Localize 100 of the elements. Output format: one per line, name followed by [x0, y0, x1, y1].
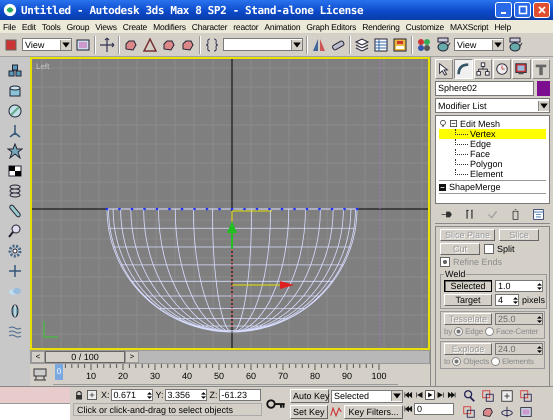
menu-item[interactable]: Animation: [264, 22, 300, 32]
spinner-arrows-icon[interactable]: [537, 282, 542, 290]
coil-icon[interactable]: [7, 183, 23, 199]
previous-frame-button[interactable]: <: [31, 351, 45, 363]
script-output-field[interactable]: [0, 404, 70, 420]
set-key-button[interactable]: Set Key: [290, 405, 328, 419]
close-icon[interactable]: [536, 5, 546, 15]
modifier-list-dropdown[interactable]: Modifier List: [435, 98, 550, 113]
cylinder-icon[interactable]: [7, 83, 23, 99]
coordinate-field[interactable]: 0.671: [110, 389, 153, 401]
cursor-tab[interactable]: [435, 59, 454, 79]
hierarchy-tab[interactable]: [474, 59, 492, 79]
tripod-icon[interactable]: [7, 123, 23, 139]
spinner-field[interactable]: 1.0: [495, 280, 543, 292]
previous-frame-icon[interactable]: [414, 390, 424, 400]
menu-item[interactable]: Rendering: [362, 22, 400, 32]
table-icon[interactable]: [373, 36, 389, 52]
braces-icon[interactable]: [204, 36, 220, 52]
stack-item[interactable]: Edit Mesh: [439, 118, 546, 129]
object-color-swatch[interactable]: [537, 81, 550, 96]
minimize-button[interactable]: [495, 2, 512, 18]
menu-item[interactable]: MAXScript: [450, 22, 488, 32]
expand-icon[interactable]: [439, 184, 446, 190]
angle-icon[interactable]: [142, 36, 158, 52]
weld-button[interactable]: Selected: [444, 280, 492, 292]
monitor-tab[interactable]: [512, 59, 531, 79]
menu-item[interactable]: reactor: [233, 22, 258, 32]
cursor-icon[interactable]: [437, 62, 452, 76]
menu-item[interactable]: Character: [192, 22, 228, 32]
dropdown-arrow-icon[interactable]: [492, 40, 503, 50]
go-to-end-icon[interactable]: [447, 390, 457, 400]
sub-object-item[interactable]: Vertex: [439, 129, 546, 139]
menu-item[interactable]: Create: [122, 22, 148, 32]
menu-item[interactable]: Graph Editors: [306, 22, 356, 32]
menu-item[interactable]: Group: [66, 22, 90, 32]
mirror-icon[interactable]: [311, 36, 327, 52]
check-icon[interactable]: [486, 208, 499, 221]
sub-object-item[interactable]: Edge: [439, 139, 546, 149]
teapot-icon[interactable]: [435, 36, 451, 52]
curve-icon[interactable]: [330, 406, 342, 418]
zoom-extents-icon[interactable]: [500, 389, 514, 403]
maximize-icon[interactable]: [518, 5, 528, 15]
selection-filter-dropdown[interactable]: View: [22, 38, 72, 51]
hierarchy-icon[interactable]: [476, 62, 490, 76]
monitor-icon[interactable]: [514, 62, 528, 76]
key-mode-icon[interactable]: [403, 404, 413, 414]
schematic-icon[interactable]: [392, 36, 408, 52]
menu-item[interactable]: Tools: [42, 22, 61, 32]
key-filters-button[interactable]: Key Filters...: [344, 405, 403, 419]
sub-object-item[interactable]: Face: [439, 149, 546, 159]
checker-icon[interactable]: [7, 163, 23, 179]
object-name-field[interactable]: Sphere02: [435, 81, 534, 96]
menu-item[interactable]: Edit: [22, 22, 36, 32]
spinner-arrows-icon[interactable]: [146, 390, 152, 400]
layers-icon[interactable]: [354, 36, 370, 52]
dropdown-arrow-icon[interactable]: [538, 100, 549, 110]
spinner-arrows-icon[interactable]: [537, 314, 542, 324]
go-to-start-icon[interactable]: [403, 390, 413, 400]
spinner-field[interactable]: 4: [495, 294, 519, 306]
sphere-icon[interactable]: [7, 103, 23, 119]
split-checkbox[interactable]: Split: [484, 244, 515, 254]
maximize-button[interactable]: [514, 2, 531, 18]
key-mode-dropdown[interactable]: Selected: [331, 390, 403, 402]
time-slider-thumb[interactable]: 0 / 100: [45, 351, 125, 363]
square-icon[interactable]: [3, 36, 19, 52]
zoom-icon[interactable]: [462, 389, 476, 403]
close-button[interactable]: [533, 2, 550, 18]
weld-button[interactable]: Target: [444, 294, 492, 306]
sub-object-item[interactable]: Element: [439, 169, 546, 179]
play-icon[interactable]: [425, 390, 435, 400]
menu-item[interactable]: Help: [494, 22, 512, 32]
orbit-icon[interactable]: [500, 405, 514, 419]
sub-object-item[interactable]: Polygon: [439, 159, 546, 169]
clock-tab[interactable]: [492, 59, 512, 79]
spinner-arrows-icon[interactable]: [513, 296, 518, 304]
filmstrip-icon[interactable]: [32, 366, 48, 382]
zoom-extents-all-icon[interactable]: [519, 389, 533, 403]
reference-coordinate-dropdown[interactable]: View: [454, 38, 504, 51]
spinner-arrows-icon[interactable]: [537, 344, 542, 354]
crosshair-icon[interactable]: [7, 263, 23, 279]
teapot-icon[interactable]: [507, 36, 523, 52]
star-icon[interactable]: [7, 143, 23, 159]
magnifier-icon[interactable]: [7, 223, 23, 239]
dropdown-arrow-icon[interactable]: [291, 40, 302, 50]
coordinate-field[interactable]: 3.356: [164, 389, 207, 401]
script-listener-field[interactable]: [0, 387, 70, 404]
auto-key-button[interactable]: Auto Key: [290, 389, 329, 403]
wireframe-hemisphere-drawing[interactable]: [106, 208, 358, 332]
hammer-icon[interactable]: [534, 62, 548, 76]
hammer-tab[interactable]: [532, 59, 550, 79]
menu-item[interactable]: Modifiers: [153, 22, 186, 32]
clock-icon[interactable]: [495, 62, 510, 76]
boxes-icon[interactable]: [7, 63, 23, 79]
lightbulb-icon[interactable]: [439, 119, 447, 128]
maximize-viewport-icon[interactable]: [519, 405, 533, 419]
transform-gizmo-drawing[interactable]: [227, 210, 294, 330]
lock-icon[interactable]: [73, 389, 85, 401]
region-zoom-icon[interactable]: [462, 405, 476, 419]
spheres-icon[interactable]: [416, 36, 432, 52]
arc-tab[interactable]: [454, 59, 473, 79]
